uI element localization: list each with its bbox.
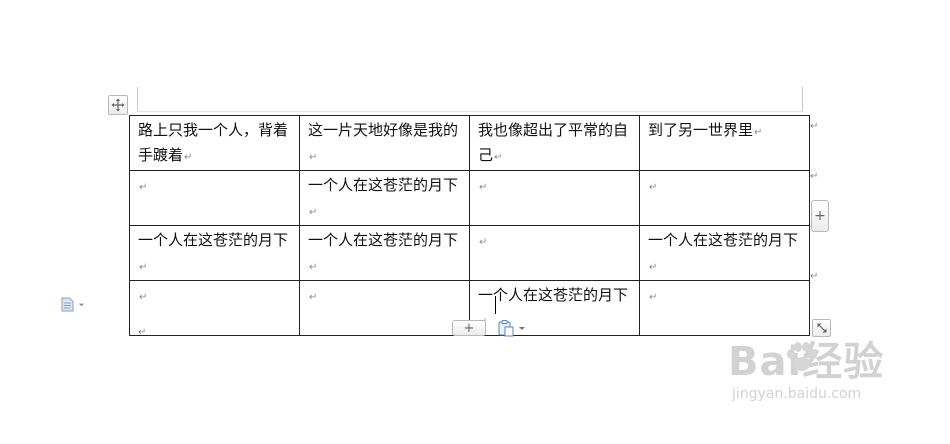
paragraph-mark: ↵ [479,237,488,248]
cell-text: 一个人在这苍茫的月下 [138,231,289,249]
table-cell[interactable]: ↵ [639,170,810,226]
watermark-url-text: jingyan.baidu.com [732,386,862,402]
table-cell[interactable]: ↵ [639,280,810,336]
table-cell[interactable]: 路上只我一个人，背着手踱着↵ [129,115,300,171]
add-row-button[interactable]: + [452,320,486,336]
document-options-button[interactable] [61,296,89,312]
paragraph-mark: ↵ [649,292,658,303]
table-cell[interactable]: 一个人在这苍茫的月下 ↵ [299,170,470,226]
paw-icon [787,342,817,371]
paragraph-mark: ↵ [649,182,658,193]
paragraph-mark: ↵ [309,207,318,218]
document-table[interactable]: 路上只我一个人，背着手踱着↵ 这一片天地好像是我的↵ 我也像超出了平常的自己↵ 到了另… [129,115,810,336]
add-column-button[interactable]: + [811,200,829,232]
paragraph-mark: ↵ [309,262,318,273]
cell-text: 到了另一世界里 [648,121,754,139]
cell-text: 这一片天地好像是我的 [308,121,459,139]
table-cell[interactable]: 一个人在这苍茫的月下 ↵ [299,225,470,281]
table-row: ↵ 一个人在这苍茫的月下 ↵ ↵ ↵ [129,170,810,226]
text-cursor [495,296,496,314]
table-row: 一个人在这苍茫的月下 ↵ 一个人在这苍茫的月下 ↵ ↵ 一个人在这苍茫的月下 ↵ [129,225,810,281]
table-cell[interactable]: 一个人在这苍茫的月下 ↵ [639,225,810,281]
paragraph-mark: ↵ [479,182,488,193]
clipboard-icon [498,320,514,337]
cell-text: 一个人在这苍茫的月下 [308,231,459,249]
resize-arrows-icon [817,323,826,333]
cell-text: 一个人在这苍茫的月下 [648,231,799,249]
add-column-label: + [814,208,826,224]
paragraph-mark: ↵ [754,127,763,138]
table-cell[interactable]: ↵ [469,170,640,226]
row-end-mark: ↵ [810,121,819,132]
table-cell[interactable]: ↵ [129,280,300,336]
row-end-mark: ↵ [810,171,819,182]
table-cell[interactable]: 我也像超出了平常的自己↵ [469,115,640,171]
paragraph-mark: ↵ [494,152,503,163]
margin-guide-top-rule [137,111,803,112]
cell-text: 一个人在这苍茫的月下 [478,286,629,304]
table-move-handle[interactable] [108,95,128,115]
paragraph-mark: ↵ [139,262,148,273]
paragraph-mark-below-table: ↵ [138,327,147,338]
table-cell[interactable]: ↵ [129,170,300,226]
add-row-label: + [463,320,475,336]
cell-text: 路上只我一个人，背着手踱着 [138,121,289,164]
paragraph-mark: ↵ [309,152,318,163]
table-cell[interactable]: 一个人在这苍茫的月下 ↵ [129,225,300,281]
table-cell[interactable]: ↵ [469,225,640,281]
paragraph-mark: ↵ [139,292,148,303]
margin-guide-top-right [802,87,803,111]
paragraph-mark: ↵ [309,292,318,303]
cell-text: 一个人在这苍茫的月下 [308,176,459,194]
table-cell[interactable]: ↵ [299,280,470,336]
row-end-mark: ↵ [810,271,819,282]
paragraph-mark: ↵ [139,182,148,193]
baidu-jingyan-watermark: Bai经验 jingyan.baidu.com [728,340,884,402]
paragraph-mark: ↵ [649,262,658,273]
chevron-down-icon [519,327,525,330]
chevron-down-icon [78,303,85,306]
move-arrows-icon [111,98,125,112]
document-icon [61,297,74,311]
table-cell[interactable]: 到了另一世界里↵ [639,115,810,171]
table-cell[interactable]: 这一片天地好像是我的 ↵ [299,115,470,171]
table-resize-handle[interactable] [812,319,831,337]
paragraph-mark: ↵ [184,152,193,163]
paste-options-button[interactable] [497,319,527,337]
margin-guide-top [137,87,138,111]
table-row: 路上只我一个人，背着手踱着↵ 这一片天地好像是我的↵ 我也像超出了平常的自己↵ 到了另… [129,115,810,171]
